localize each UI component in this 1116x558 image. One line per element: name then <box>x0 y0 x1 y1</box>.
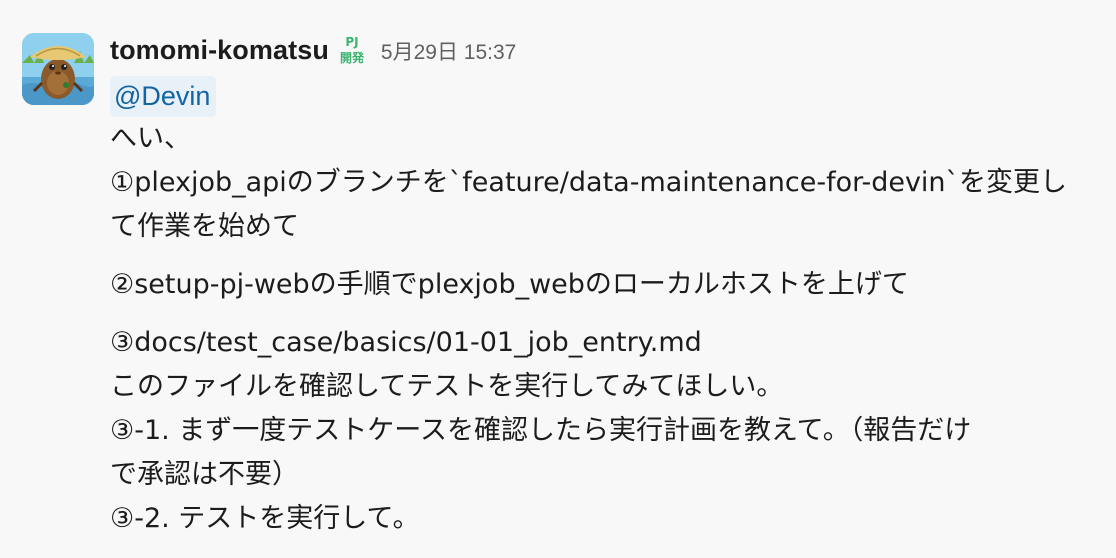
pj-kaihatsu-badge-icon[interactable]: PJ 開発 <box>337 34 367 66</box>
scrollbar[interactable] <box>1102 0 1116 558</box>
message-line-5: ③docs/test_case/basics/01-01_job_entry.m… <box>110 327 702 358</box>
message-line-7: ③-1. まず一度テストケースを確認したら実行計画を教えて。（報告だけ <box>110 415 972 446</box>
avatar-illustration-icon <box>22 33 94 105</box>
message-line-6: このファイルを確認してテストを実行してみてほしい。 <box>110 371 784 402</box>
message-line-1: へい、 <box>110 123 191 154</box>
mention-devin[interactable]: @Devin <box>110 76 217 117</box>
chat-message: tomomi-komatsu PJ 開発 5月29日 15:37 @Devin … <box>0 0 1116 558</box>
message-line-2: ①plexjob_apiのブランチを`feature/data-maintena… <box>110 167 1068 198</box>
user-avatar[interactable] <box>22 33 94 105</box>
message-line-9: ③-2. テストを実行して。 <box>110 503 420 534</box>
message-content: tomomi-komatsu PJ 開発 5月29日 15:37 @Devin … <box>110 28 1100 541</box>
badge-text-top: PJ <box>345 35 358 49</box>
message-line-8: で承認は不要） <box>110 459 299 490</box>
message-timestamp[interactable]: 5月29日 15:37 <box>381 36 516 66</box>
message-line-3: て作業を始めて <box>110 211 299 242</box>
message-line-4: ②setup-pj-webの手順でplexjob_webのローカルホストを上げて <box>110 269 909 300</box>
message-header: tomomi-komatsu PJ 開発 5月29日 15:37 <box>110 28 1100 72</box>
badge-text-bottom: 開発 <box>340 50 365 65</box>
username[interactable]: tomomi-komatsu <box>110 35 329 66</box>
